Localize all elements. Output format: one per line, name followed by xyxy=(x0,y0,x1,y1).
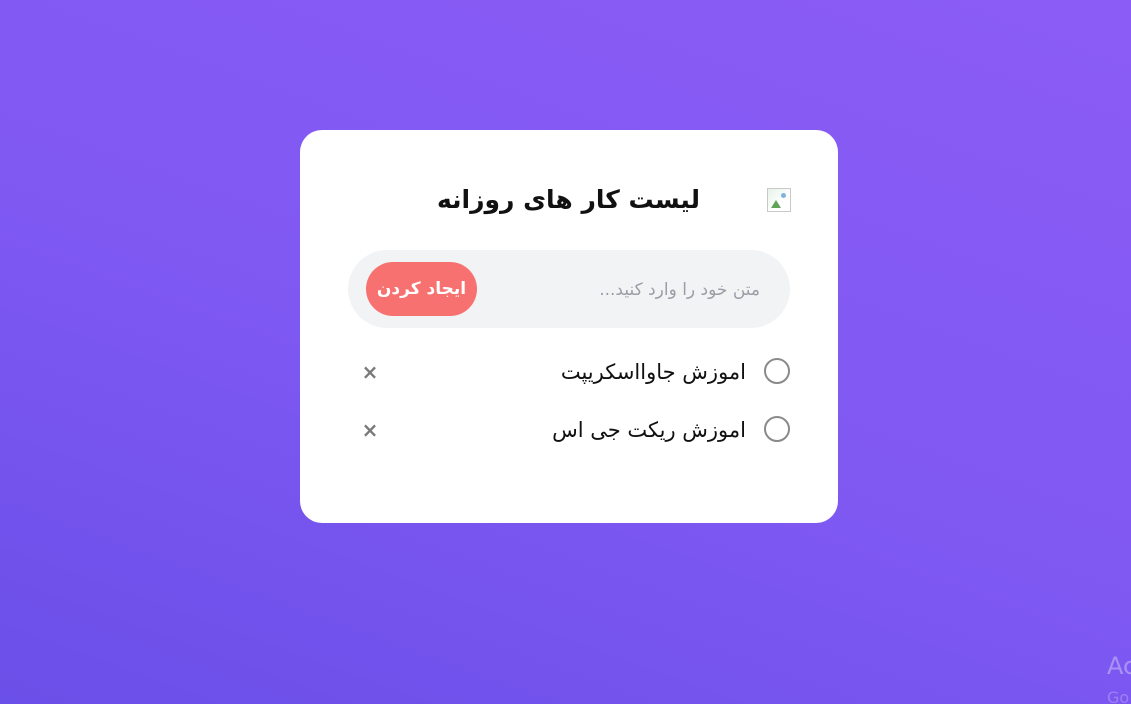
logo-image-icon xyxy=(767,188,791,212)
task-label: اموزش جاوااسکریپت xyxy=(560,360,746,384)
delete-close-icon[interactable]: × xyxy=(358,418,382,442)
task-checkbox[interactable] xyxy=(764,416,790,442)
task-item: اموزش ریکت جی اس × xyxy=(348,410,790,450)
todo-card: لیست کار های روزانه ایجاد کردن اموزش جاو… xyxy=(300,130,838,523)
activation-watermark: Ac xyxy=(1107,652,1131,680)
task-checkbox[interactable] xyxy=(764,358,790,384)
task-item: اموزش جاوااسکریپت × xyxy=(348,352,790,392)
add-task-button[interactable]: ایجاد کردن xyxy=(366,262,477,316)
task-label: اموزش ریکت جی اس xyxy=(552,418,746,442)
card-header: لیست کار های روزانه xyxy=(300,182,838,218)
new-task-form: ایجاد کردن xyxy=(348,250,790,328)
task-input[interactable] xyxy=(488,269,762,311)
delete-close-icon[interactable]: × xyxy=(358,360,382,384)
activation-watermark-sub: Go xyxy=(1107,688,1130,704)
page-title: لیست کار های روزانه xyxy=(436,185,700,214)
